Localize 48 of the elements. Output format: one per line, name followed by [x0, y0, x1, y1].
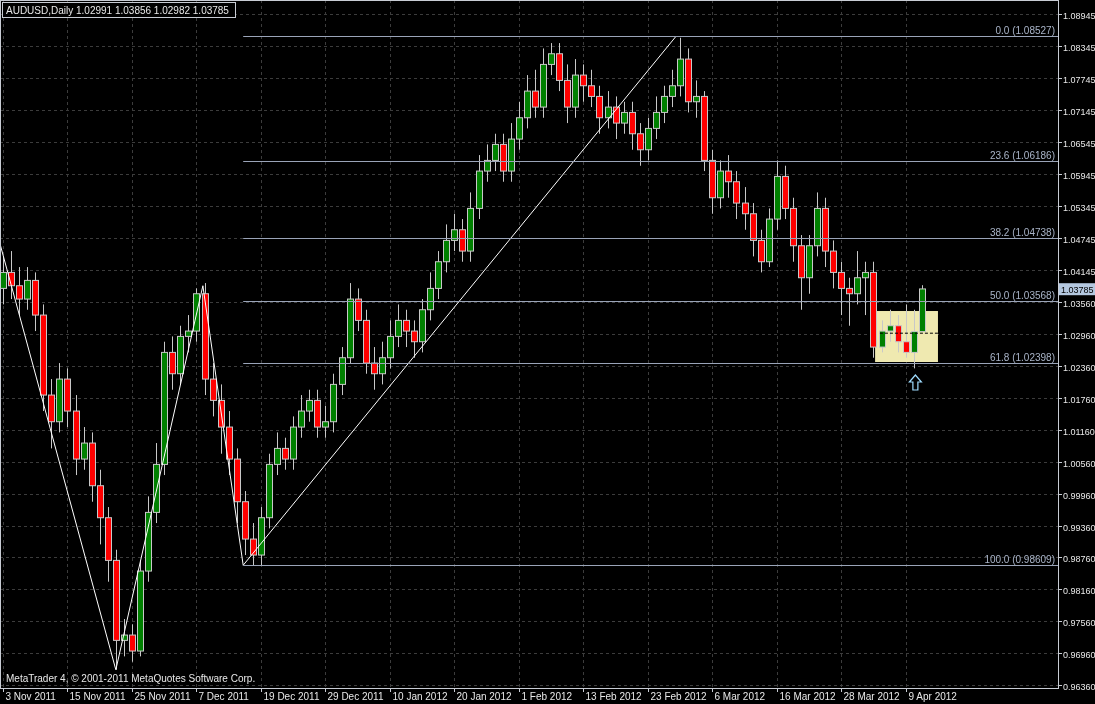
price-axis-label: 1.04745	[1063, 234, 1095, 245]
date-axis-label: 10 Jan 2012	[392, 691, 448, 702]
fibonacci-level-label: 23.6 (1.06186)	[989, 149, 1055, 161]
price-axis-label: 1.06545	[1063, 138, 1095, 149]
price-axis-label: 1.03560	[1063, 298, 1095, 309]
date-axis-label: 23 Feb 2012	[650, 691, 707, 702]
price-axis-label: 1.08945	[1063, 10, 1095, 21]
price-axis-label: 1.08345	[1063, 42, 1095, 53]
fibonacci-level-label: 100.0 (0.98609)	[984, 553, 1055, 565]
date-axis-label: 1 Feb 2012	[521, 691, 573, 702]
date-axis-label: 7 Dec 2011	[198, 691, 249, 702]
date-axis-label: 29 Dec 2011	[327, 691, 384, 702]
date-axis-label: 25 Nov 2011	[134, 691, 191, 702]
price-axis-label: 1.05345	[1063, 202, 1095, 213]
price-axis-label: 0.96360	[1063, 681, 1095, 692]
date-axis-label: 15 Nov 2011	[69, 691, 126, 702]
date-axis-label: 6 Mar 2012	[714, 691, 766, 702]
price-tag: 1.03785	[1059, 283, 1095, 296]
price-axis-label: 0.99360	[1063, 522, 1095, 533]
up-arrow-icon	[908, 374, 923, 391]
price-axis-label: 0.99960	[1063, 490, 1095, 501]
fibonacci-level-label: 61.8 (1.02398)	[989, 351, 1055, 363]
date-axis-label: 28 Mar 2012	[843, 691, 900, 702]
date-axis-label: 3 Nov 2011	[5, 691, 56, 702]
price-axis-label: 0.96960	[1063, 649, 1095, 660]
price-axis-label: 1.02960	[1063, 330, 1095, 341]
price-axis-label: 1.02360	[1063, 362, 1095, 373]
price-axis-label: 1.00560	[1063, 458, 1095, 469]
price-axis-label: 1.05945	[1063, 170, 1095, 181]
price-axis-label: 1.01160	[1063, 426, 1095, 437]
price-axis-label: 1.01760	[1063, 394, 1095, 405]
price-axis-label: 0.98760	[1063, 553, 1095, 564]
price-axis-label: 0.97560	[1063, 617, 1095, 628]
fibonacci-level-label: 50.0 (1.03568)	[989, 289, 1055, 301]
date-axis-label: 20 Jan 2012	[456, 691, 512, 702]
date-axis-label: 16 Mar 2012	[779, 691, 836, 702]
price-axis-label: 1.07745	[1063, 74, 1095, 85]
price-axis-label: 1.07145	[1063, 106, 1095, 117]
date-axis-label: 13 Feb 2012	[585, 691, 642, 702]
fibonacci-level-label: 38.2 (1.04738)	[989, 226, 1055, 238]
price-axis-label: 1.04145	[1063, 266, 1095, 277]
dotted-line	[879, 332, 939, 334]
date-axis-label: 19 Dec 2011	[263, 691, 320, 702]
date-axis-label: 9 Apr 2012	[908, 691, 957, 702]
copyright-text: MetaTrader 4, © 2001-2011 MetaQuotes Software Corp.	[6, 673, 256, 684]
price-axis-label: 0.98160	[1063, 585, 1095, 596]
chart-title: AUDUSD,Daily 1.02991 1.03856 1.02982 1.03785	[6, 5, 229, 16]
fibonacci-level-label: 0.0 (1.08527)	[995, 24, 1055, 36]
